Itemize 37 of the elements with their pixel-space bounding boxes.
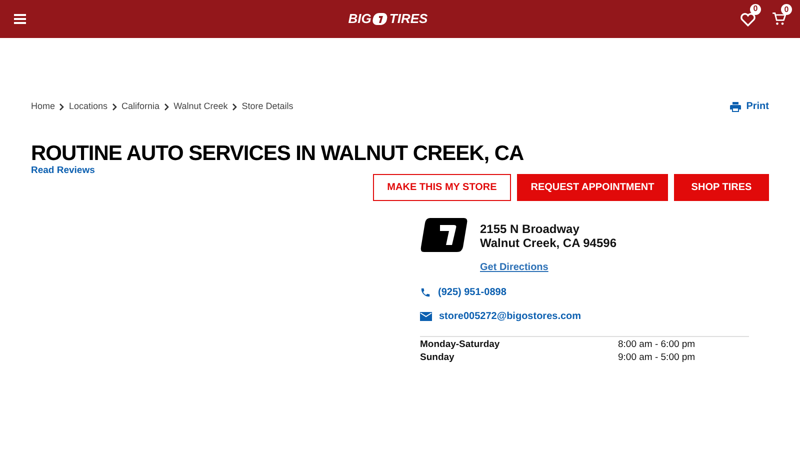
print-link[interactable]: Print	[730, 99, 769, 114]
chevron-icon	[232, 102, 238, 110]
address-line: 2155 N Broadway	[480, 222, 580, 236]
chevron-icon	[112, 102, 118, 110]
action-button[interactable]: MAKE THIS MY STORE	[373, 174, 511, 201]
heart-icon[interactable]	[740, 12, 756, 26]
menu-icon[interactable]	[14, 14, 26, 24]
chevron-icon	[164, 102, 170, 110]
hours-day: Sunday	[420, 351, 618, 364]
chevron-icon	[59, 102, 66, 110]
breadcrumb-link[interactable]: Walnut Creek	[174, 100, 228, 114]
hours-day: Monday-Saturday	[420, 338, 618, 351]
tire-logo-icon	[420, 217, 468, 253]
count-badge: 0	[780, 4, 792, 15]
page-title: ROUTINE AUTO SERVICES IN WALNUT CREEK, CA	[31, 142, 525, 166]
count-badge: 0	[750, 4, 761, 14]
logo-text: BIG	[348, 10, 372, 28]
breadcrumb-link[interactable]: Home	[31, 100, 56, 114]
printer-icon	[730, 102, 742, 112]
tire-icon	[372, 13, 388, 25]
hours-time: 9:00 am - 5:00 pm	[618, 351, 696, 364]
cart-icon[interactable]	[772, 12, 786, 26]
breadcrumb-link[interactable]: Locations	[69, 100, 108, 114]
logo-text: TIRES	[389, 10, 428, 28]
reviews-link[interactable]: Read Reviews	[31, 166, 769, 176]
phone-icon	[420, 287, 431, 298]
breadcrumb-link[interactable]: Store Details	[242, 100, 294, 114]
directions-link[interactable]: Get Directions	[480, 260, 616, 275]
address-line: Walnut Creek, CA 94596	[480, 236, 616, 250]
action-button[interactable]: SHOP TIRES	[674, 174, 769, 201]
email-link[interactable]: store005272@bigostores.com	[439, 309, 582, 324]
breadcrumb-link[interactable]: California	[122, 100, 160, 114]
hours-time: 8:00 am - 6:00 pm	[618, 338, 696, 351]
phone-link[interactable]: (925) 951-0898	[438, 285, 506, 300]
logo[interactable]: BIG TIRES	[348, 9, 428, 29]
action-button[interactable]: REQUEST APPOINTMENT	[517, 174, 668, 201]
mail-icon	[420, 312, 432, 321]
